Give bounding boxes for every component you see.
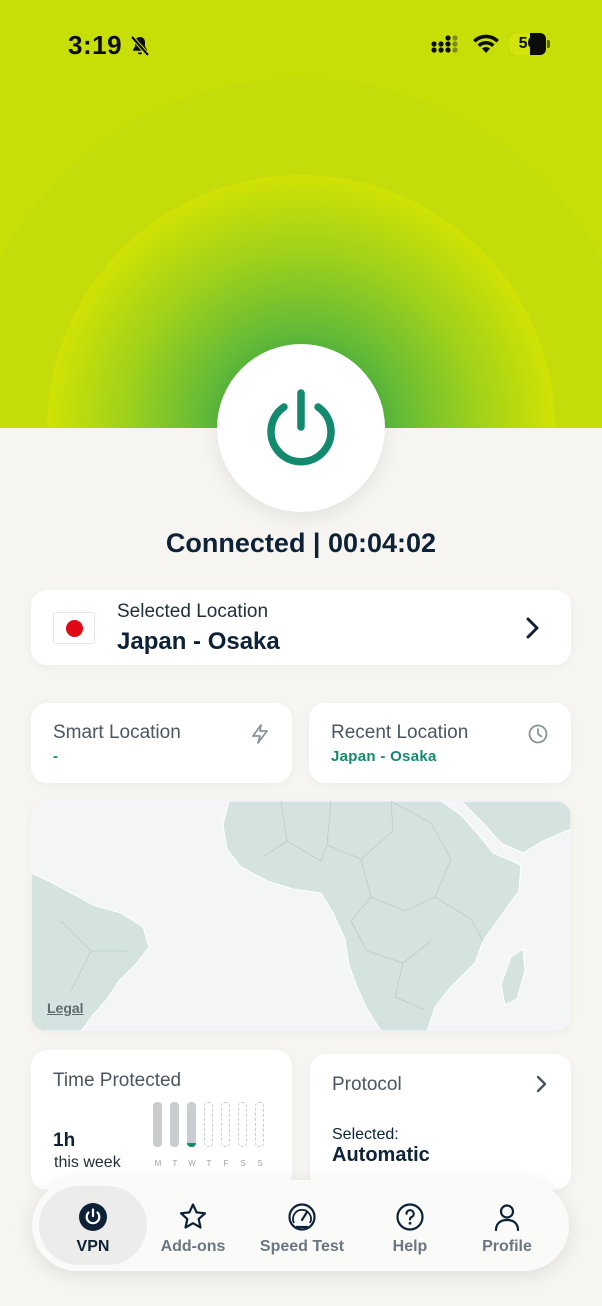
star-icon	[179, 1203, 207, 1229]
nav-label-speed-test: Speed Test	[259, 1238, 345, 1255]
time-protected-card[interactable]: Time Protected 1h this week M T W T F S S	[31, 1050, 292, 1190]
usage-bar-track	[170, 1102, 179, 1147]
battery-icon: 56	[509, 33, 550, 55]
usage-bar-fill	[187, 1142, 196, 1147]
time-protected-title: Time Protected	[53, 1070, 182, 1091]
recent-location-title: Recent Location	[331, 722, 469, 743]
smart-location-title: Smart Location	[53, 722, 181, 743]
protocol-card[interactable]: Protocol Selected: Automatic	[310, 1054, 571, 1190]
time-protected-value: 1h	[53, 1130, 76, 1151]
speedometer-icon	[288, 1203, 316, 1231]
day-label: T	[172, 1159, 178, 1168]
help-icon	[396, 1203, 424, 1231]
clock-icon	[528, 724, 548, 744]
map-africa	[222, 801, 522, 1031]
person-icon	[494, 1204, 520, 1232]
protocol-selected-value: Automatic	[332, 1144, 430, 1166]
power-icon	[267, 389, 335, 466]
map-view[interactable]: Legal	[31, 801, 571, 1031]
nav-label-vpn: VPN	[76, 1238, 110, 1255]
nav-item-help[interactable]: Help	[356, 1186, 464, 1265]
nav-item-profile[interactable]: Profile	[453, 1186, 561, 1265]
connection-status: Connected | 00:04:02	[165, 528, 437, 558]
recent-location-value: Japan - Osaka	[331, 748, 437, 765]
day-label: F	[223, 1159, 229, 1168]
map-madagascar	[500, 948, 526, 1006]
nav-item-speed-test[interactable]: Speed Test	[248, 1186, 356, 1265]
nav-label-add-ons: Add-ons	[160, 1238, 226, 1255]
recent-location-card[interactable]: Recent Location Japan - Osaka	[309, 703, 571, 783]
cellular-signal-icon	[431, 34, 463, 59]
selected-location-card[interactable]: Selected Location Japan - Osaka	[31, 590, 571, 665]
day-label: S	[240, 1159, 246, 1168]
smart-location-value: -	[53, 748, 59, 765]
nav-item-vpn[interactable]: VPN	[39, 1186, 147, 1265]
bottom-nav: VPN Add-ons Speed Test Help Profile	[32, 1180, 569, 1271]
day-label: M	[154, 1159, 162, 1168]
time-protected-subtitle: this week	[54, 1154, 121, 1171]
usage-bar-track	[187, 1102, 196, 1147]
status-time: 3:19	[68, 30, 123, 60]
map-legal-link[interactable]: Legal	[47, 1000, 84, 1016]
selected-location-label: Selected Location	[117, 601, 269, 622]
usage-bar-track	[238, 1102, 247, 1147]
usage-bar-track	[204, 1102, 213, 1147]
chevron-right-icon	[536, 1075, 547, 1093]
battery-percent: 56	[518, 35, 537, 52]
power-icon	[79, 1203, 107, 1231]
usage-bar-track	[255, 1102, 264, 1147]
protocol-title: Protocol	[332, 1074, 402, 1095]
usage-bar-track	[221, 1102, 230, 1147]
bell-muted-icon	[128, 34, 152, 63]
wifi-icon	[472, 33, 500, 60]
protocol-selected-label: Selected:	[332, 1126, 399, 1143]
smart-location-card[interactable]: Smart Location -	[31, 703, 292, 783]
day-label: S	[257, 1159, 263, 1168]
lightning-bolt-icon	[252, 724, 268, 744]
world-map	[31, 801, 571, 1031]
status-bar: 3:19 56	[0, 28, 602, 62]
day-label: T	[206, 1159, 212, 1168]
nav-label-help: Help	[392, 1238, 428, 1255]
selected-location-value: Japan - Osaka	[117, 628, 280, 655]
usage-bar-track	[153, 1102, 162, 1147]
nav-item-add-ons[interactable]: Add-ons	[139, 1186, 247, 1265]
nav-label-profile: Profile	[482, 1238, 532, 1255]
day-label: W	[188, 1159, 196, 1168]
chevron-right-icon	[526, 617, 539, 639]
connect-toggle-button[interactable]	[217, 344, 385, 512]
japan-flag-icon	[53, 612, 95, 644]
